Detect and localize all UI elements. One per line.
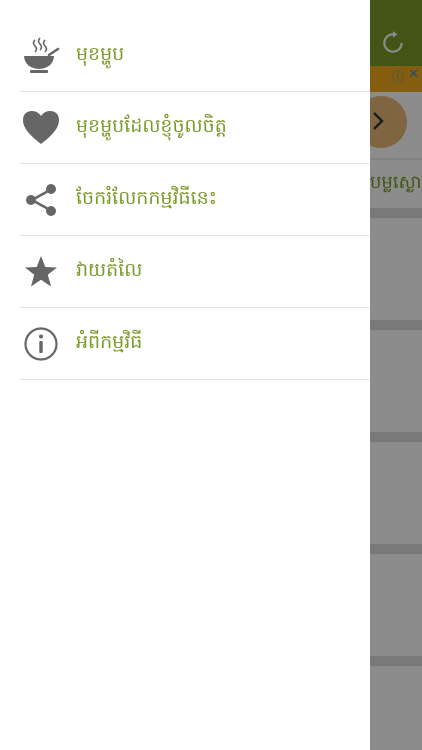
menu-item-about[interactable]: អំពីកម្មវិធី (20, 308, 370, 380)
star-icon (20, 251, 62, 293)
menu-label: ចែករំលែកកម្មវិធីនេះ (76, 186, 218, 209)
menu-item-recipes[interactable]: មុខម្ហូប (20, 20, 370, 92)
navigation-drawer: មុខម្ហូប មុខម្ហូបដែលខ្ញុំចូលចិត្ត ចែករំល… (0, 0, 370, 750)
menu-item-favorites[interactable]: មុខម្ហូបដែលខ្ញុំចូលចិត្ត (20, 92, 370, 164)
menu-label: វាយតំលៃ (76, 258, 143, 281)
menu-label: មុខម្ហូប (76, 42, 125, 65)
menu-label: អំពីកម្មវិធី (76, 330, 143, 353)
share-icon (20, 179, 62, 221)
menu-item-rate[interactable]: វាយតំលៃ (20, 236, 370, 308)
menu-label: មុខម្ហូបដែលខ្ញុំចូលចិត្ត (76, 114, 227, 137)
info-icon (20, 323, 62, 365)
heart-icon (20, 107, 62, 149)
food-bowl-icon (20, 35, 62, 77)
menu-item-share[interactable]: ចែករំលែកកម្មវិធីនេះ (20, 164, 370, 236)
